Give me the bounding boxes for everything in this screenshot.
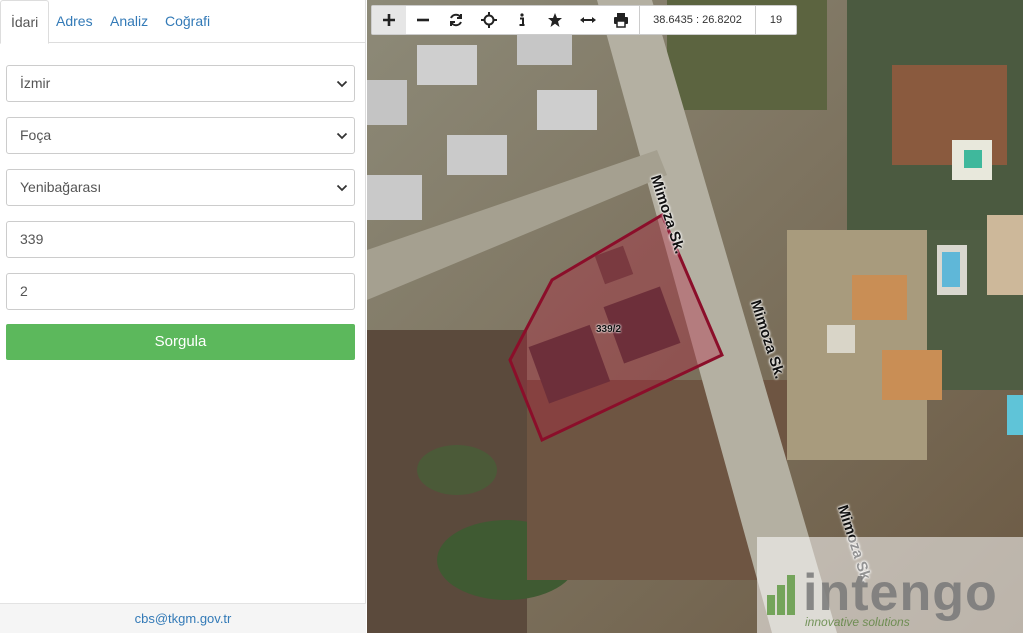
star-icon	[547, 13, 562, 27]
plus-icon	[383, 14, 395, 26]
map-view[interactable]: 38.6435 : 26.8202 19 Mimoza Sk. Mimoza S…	[367, 0, 1023, 633]
tab-analiz[interactable]: Analiz	[110, 0, 148, 43]
neighborhood-select[interactable]: Yenibağarası	[6, 169, 355, 206]
watermark-tagline: innovative solutions	[805, 615, 910, 629]
measure-button[interactable]	[571, 6, 604, 34]
info-icon	[519, 13, 524, 26]
tab-cografi[interactable]: Coğrafi	[165, 0, 210, 43]
district-select[interactable]: Foça	[6, 117, 355, 154]
neighborhood-value: Yenibağarası	[20, 179, 102, 195]
footer: cbs@tkgm.gov.tr	[0, 603, 366, 633]
zoom-out-button[interactable]	[406, 6, 439, 34]
favorite-button[interactable]	[538, 6, 571, 34]
minus-icon	[416, 18, 429, 22]
intengo-watermark: intengo innovative solutions	[757, 537, 1023, 633]
coordinate-readout: 38.6435 : 26.8202	[639, 6, 756, 34]
map-toolbar: 38.6435 : 26.8202 19	[371, 5, 797, 35]
watermark-brand: intengo	[803, 564, 998, 622]
parcel-label: 339/2	[596, 324, 622, 335]
zoom-level-readout: 19	[769, 14, 783, 26]
measure-icon	[579, 17, 596, 23]
query-button[interactable]: Sorgula	[6, 324, 355, 360]
chevron-down-icon	[336, 80, 348, 88]
intengo-logo-icon	[767, 575, 795, 615]
chevron-down-icon	[336, 184, 348, 192]
crosshair-icon	[480, 12, 497, 28]
block-number-input[interactable]: 339	[6, 221, 355, 258]
district-value: Foça	[20, 127, 52, 143]
app-root: İdari Adres Analiz Coğrafi İzmir Foça Ye…	[0, 0, 1023, 633]
province-value: İzmir	[20, 75, 51, 91]
print-button[interactable]	[604, 6, 637, 34]
parcel-number-input[interactable]: 2	[6, 273, 355, 310]
tab-adres[interactable]: Adres	[56, 0, 93, 43]
contact-email-link[interactable]: cbs@tkgm.gov.tr	[135, 612, 232, 626]
info-button[interactable]	[505, 6, 538, 34]
tab-idari[interactable]: İdari	[0, 0, 50, 44]
chevron-down-icon	[336, 132, 348, 140]
refresh-icon	[449, 13, 462, 27]
block-number-value: 339	[20, 231, 44, 247]
province-select[interactable]: İzmir	[6, 65, 355, 102]
parcel-number-value: 2	[20, 283, 28, 299]
refresh-button[interactable]	[439, 6, 472, 34]
zoom-in-button[interactable]	[372, 6, 406, 34]
locate-button[interactable]	[472, 6, 505, 34]
print-icon	[613, 13, 628, 28]
query-panel: İdari Adres Analiz Coğrafi İzmir Foça Ye…	[0, 0, 366, 633]
tab-bar: İdari Adres Analiz Coğrafi	[0, 0, 366, 44]
